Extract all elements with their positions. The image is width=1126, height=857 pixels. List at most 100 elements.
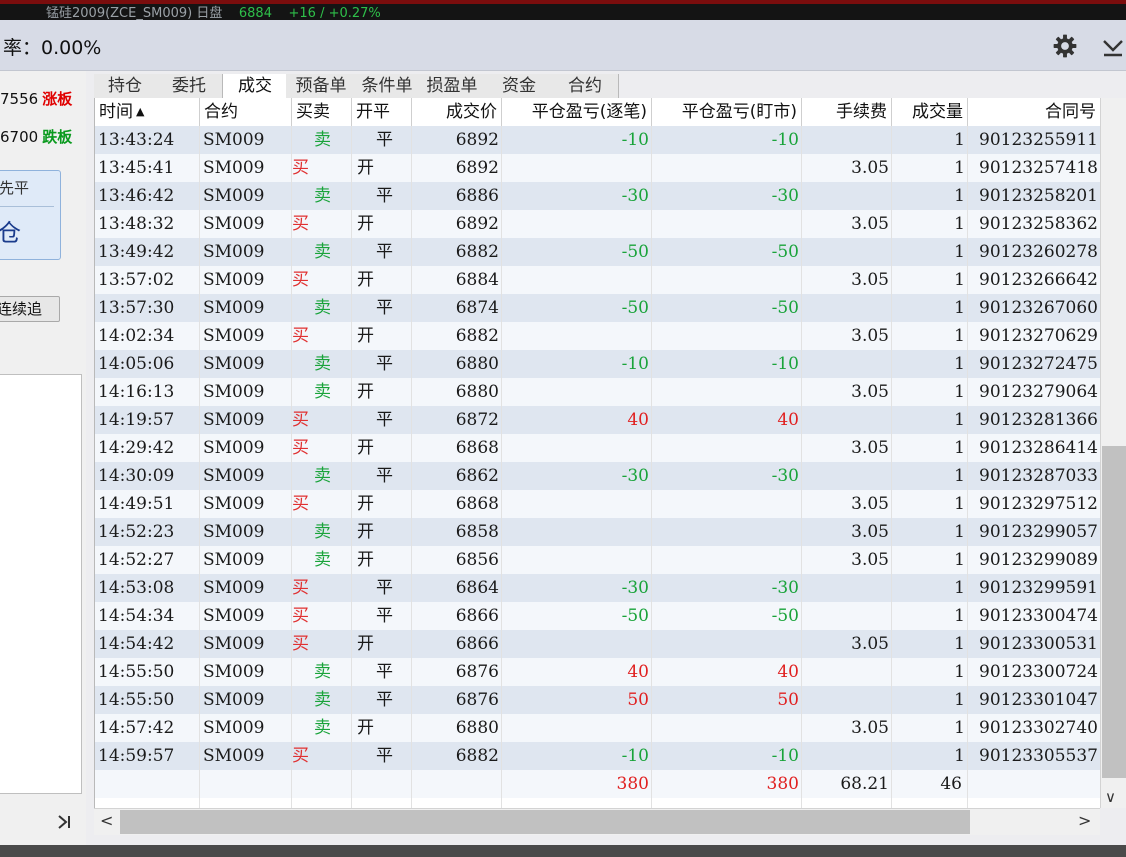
column-divider bbox=[291, 126, 292, 808]
header-label: 成交价 bbox=[446, 102, 497, 122]
table-row[interactable]: 14:59:57 SM009 买 平 6882 -10 -10 1 90123305537 bbox=[95, 742, 1101, 770]
table-row[interactable]: 14:52:23 SM009 卖 开 6858 3.05 1 90123299057 bbox=[95, 518, 1101, 546]
tab-5[interactable]: 损盈单 bbox=[418, 74, 487, 98]
cell-pnl-trade bbox=[502, 434, 652, 462]
table-row[interactable]: 14:29:42 SM009 买 开 6868 3.05 1 90123286414 bbox=[95, 434, 1101, 462]
cell-pnl-mtm bbox=[652, 210, 802, 238]
tab-6[interactable]: 资金 bbox=[486, 74, 553, 98]
cell-contract: SM009 bbox=[203, 550, 265, 570]
column-divider bbox=[199, 126, 200, 808]
close-position-label: 仓 bbox=[0, 219, 21, 247]
lower-limit-price: 6700 bbox=[0, 128, 39, 146]
header-col-time[interactable]: 时间 ▲ bbox=[95, 98, 200, 126]
header-label: 平仓盈亏(逐笔) bbox=[531, 102, 647, 122]
tab-1[interactable]: 委托 bbox=[156, 74, 223, 98]
cell-side: 卖 bbox=[314, 242, 331, 262]
table-row[interactable]: 14:49:51 SM009 买 开 6868 3.05 1 90123297512 bbox=[95, 490, 1101, 518]
table-row[interactable]: 13:43:24 SM009 卖 平 6892 -10 -10 1 90123255911 bbox=[95, 126, 1101, 154]
column-divider bbox=[411, 126, 412, 808]
tab-7[interactable]: 合约 bbox=[552, 74, 619, 98]
table-row[interactable]: 14:53:08 SM009 买 平 6864 -30 -30 1 90123299591 bbox=[95, 574, 1101, 602]
header-col-pnl-mtm[interactable]: 平仓盈亏(盯市) bbox=[652, 98, 802, 126]
sort-ascending-icon: ▲ bbox=[136, 105, 145, 118]
table-row[interactable]: 14:02:34 SM009 买 开 6882 3.05 1 90123270629 bbox=[95, 322, 1101, 350]
table-row[interactable]: 14:05:06 SM009 卖 平 6880 -10 -10 1 90123272475 bbox=[95, 350, 1101, 378]
tab-4[interactable]: 条件单 bbox=[356, 74, 419, 98]
close-position-button[interactable]: 先平 仓 bbox=[0, 170, 61, 260]
cell-fee: 3.05 bbox=[851, 214, 889, 234]
cell-side: 卖 bbox=[314, 522, 331, 542]
table-row[interactable]: 13:45:41 SM009 买 开 6892 3.05 1 90123257418 bbox=[95, 154, 1101, 182]
vertical-scroll-thumb[interactable] bbox=[1102, 446, 1126, 778]
button-divider bbox=[0, 206, 54, 207]
tab-3[interactable]: 预备单 bbox=[286, 74, 357, 98]
cell-side: 买 bbox=[292, 410, 309, 430]
vertical-scrollbar[interactable]: ∨ bbox=[1100, 98, 1126, 808]
header-col-fee[interactable]: 手续费 bbox=[802, 98, 892, 126]
tab-0[interactable]: 持仓 bbox=[94, 74, 157, 98]
limit-up-tag[interactable]: 涨板 bbox=[42, 90, 72, 108]
next-last-icon[interactable] bbox=[54, 812, 74, 832]
table-row[interactable]: 13:46:42 SM009 卖 平 6886 -30 -30 1 90123258201 bbox=[95, 182, 1101, 210]
limit-down-tag[interactable]: 跌板 bbox=[42, 128, 72, 146]
header-col-open-close[interactable]: 开平 bbox=[352, 98, 412, 126]
table-row[interactable]: 14:55:50 SM009 卖 平 6876 40 40 1 90123300724 bbox=[95, 658, 1101, 686]
header-label: 平仓盈亏(盯市) bbox=[681, 102, 797, 122]
header-col-side[interactable]: 买卖 bbox=[292, 98, 352, 126]
table-row[interactable]: 14:54:42 SM009 买 开 6866 3.05 1 90123300531 bbox=[95, 630, 1101, 658]
cell-side: 买 bbox=[292, 494, 309, 514]
cell-price: 6866 bbox=[455, 634, 499, 654]
cell-open-close: 平 bbox=[376, 606, 393, 626]
gear-icon[interactable] bbox=[1052, 33, 1078, 59]
scroll-left-arrow[interactable]: < bbox=[100, 811, 113, 830]
cell-open-close: 开 bbox=[357, 214, 374, 234]
header-col-contract[interactable]: 合约 bbox=[200, 98, 292, 126]
table-row[interactable]: 14:30:09 SM009 卖 平 6862 -30 -30 1 90123287033 bbox=[95, 462, 1101, 490]
header-col-qty[interactable]: 成交量 bbox=[892, 98, 968, 126]
table-row[interactable]: 14:54:34 SM009 买 平 6866 -50 -50 1 90123300474 bbox=[95, 602, 1101, 630]
header-col-price[interactable]: 成交价 bbox=[412, 98, 502, 126]
table-row[interactable]: 14:16:13 SM009 卖 开 6880 3.05 1 90123279064 bbox=[95, 378, 1101, 406]
cell-pnl-mtm: -50 bbox=[771, 298, 799, 318]
cell-order-id: 90123300474 bbox=[979, 606, 1098, 626]
cell-price: 6862 bbox=[455, 466, 499, 486]
total-fee: 68.21 bbox=[840, 774, 889, 794]
table-row[interactable]: 14:19:57 SM009 买 平 6872 40 40 1 90123281366 bbox=[95, 406, 1101, 434]
table-row[interactable]: 13:48:32 SM009 买 开 6892 3.05 1 90123258362 bbox=[95, 210, 1101, 238]
cell-time: 14:59:57 bbox=[98, 746, 175, 766]
horizontal-scroll-thumb[interactable] bbox=[120, 810, 970, 834]
cell-time: 14:53:08 bbox=[98, 578, 175, 598]
cell-contract: SM009 bbox=[203, 466, 265, 486]
header-col-pnl-trade[interactable]: 平仓盈亏(逐笔) bbox=[502, 98, 652, 126]
table-row[interactable]: 14:57:42 SM009 卖 开 6880 3.05 1 90123302740 bbox=[95, 714, 1101, 742]
table-row[interactable]: 13:57:30 SM009 卖 平 6874 -50 -50 1 90123267060 bbox=[95, 294, 1101, 322]
chevron-down-icon[interactable] bbox=[1101, 37, 1125, 57]
cell-pnl-trade: -30 bbox=[621, 578, 649, 598]
table-row[interactable]: 13:57:02 SM009 买 开 6884 3.05 1 90123266642 bbox=[95, 266, 1101, 294]
header-col-order-id[interactable]: 合同号 bbox=[968, 98, 1101, 126]
continuous-chase-button[interactable]: 连续追 bbox=[0, 296, 60, 322]
cell-open-close: 开 bbox=[357, 438, 374, 458]
scroll-right-arrow[interactable]: > bbox=[1078, 811, 1091, 830]
cell-side: 卖 bbox=[314, 550, 331, 570]
cell-contract: SM009 bbox=[203, 298, 265, 318]
cell-price: 6892 bbox=[455, 214, 499, 234]
cell-contract: SM009 bbox=[203, 410, 265, 430]
cell-side: 买 bbox=[292, 578, 309, 598]
table-row[interactable]: 14:55:50 SM009 卖 平 6876 50 50 1 90123301047 bbox=[95, 686, 1101, 714]
cell-side: 买 bbox=[292, 326, 309, 346]
cell-side: 买 bbox=[292, 270, 309, 290]
scroll-down-arrow[interactable]: ∨ bbox=[1105, 788, 1116, 806]
cell-open-close: 平 bbox=[376, 242, 393, 262]
table-row[interactable]: 14:52:27 SM009 卖 开 6856 3.05 1 90123299089 bbox=[95, 546, 1101, 574]
cell-fee: 3.05 bbox=[851, 382, 889, 402]
table-row[interactable]: 13:49:42 SM009 卖 平 6882 -50 -50 1 90123260278 bbox=[95, 238, 1101, 266]
cell-price: 6892 bbox=[455, 158, 499, 178]
cell-contract: SM009 bbox=[203, 578, 265, 598]
cell-contract: SM009 bbox=[203, 270, 265, 290]
cell-time: 13:57:02 bbox=[98, 270, 175, 290]
close-position-mode: 先平 bbox=[0, 179, 30, 197]
horizontal-scrollbar[interactable]: < > bbox=[94, 808, 1100, 835]
rate-label: 率：0.00% bbox=[3, 37, 102, 59]
tab-2[interactable]: 成交 bbox=[222, 74, 288, 99]
